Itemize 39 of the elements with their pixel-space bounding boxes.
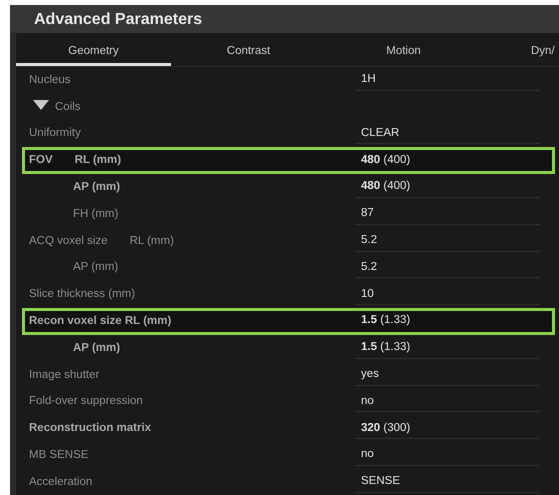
expanded-triangle-icon[interactable] (33, 98, 49, 111)
parameter-value[interactable]: SENSE (361, 473, 400, 490)
tab[interactable]: Geometry (16, 33, 171, 66)
parameter-label: Image shutter (29, 368, 100, 383)
parameter-value[interactable]: 1H (361, 71, 376, 89)
parameter-label: Recon voxel size RL (mm) (29, 314, 172, 329)
parameter-value[interactable]: 480 (400) (361, 178, 410, 196)
tab[interactable]: Motion (326, 33, 481, 66)
parameter-value[interactable]: 5.2 (361, 232, 377, 250)
tab[interactable]: Dyn/ (481, 33, 559, 66)
group-label[interactable]: Coils (55, 98, 81, 116)
parameter-value[interactable]: 87 (361, 205, 374, 222)
parameter-sublabel: AP (mm) (73, 260, 118, 276)
parameter-value[interactable]: 1.5 (1.33) (361, 312, 410, 330)
parameter-label: Uniformity (29, 126, 81, 142)
parameter-label: Acceleration (29, 474, 92, 490)
parameter-label: FOV (29, 153, 53, 168)
parameter-label: Fold-over suppression (29, 394, 143, 410)
parameter-value[interactable]: 10 (361, 286, 374, 303)
tab[interactable]: Contrast (171, 33, 326, 66)
parameter-label: Slice thickness (mm) (29, 287, 136, 302)
parameter-sublabel: AP (mm) (73, 340, 120, 356)
parameter-sublabel: RL (mm) (74, 153, 122, 168)
parameter-sublabel: RL (mm) (130, 234, 174, 249)
parameter-label: Nucleus (29, 72, 71, 88)
parameter-value[interactable]: 5.2 (361, 258, 377, 276)
parameter-value[interactable]: 1.5 (1.33) (361, 339, 410, 356)
parameter-value[interactable]: yes (361, 366, 379, 384)
parameter-value[interactable]: 480 (400) (361, 152, 410, 169)
parameter-label: ACQ voxel size (29, 234, 108, 249)
parameter-sublabel: FH (mm) (73, 206, 118, 222)
parameter-sublabel: AP (mm) (73, 180, 120, 195)
parameter-label: Reconstruction matrix (29, 421, 152, 436)
parameter-value[interactable]: CLEAR (361, 124, 400, 142)
parameter-value[interactable]: no (361, 446, 374, 464)
parameter-value[interactable]: 320 (300) (361, 420, 410, 437)
parameter-value[interactable]: no (361, 392, 374, 410)
window-title: Advanced Parameters (10, 5, 559, 33)
parameter-label: MB SENSE (29, 448, 88, 463)
